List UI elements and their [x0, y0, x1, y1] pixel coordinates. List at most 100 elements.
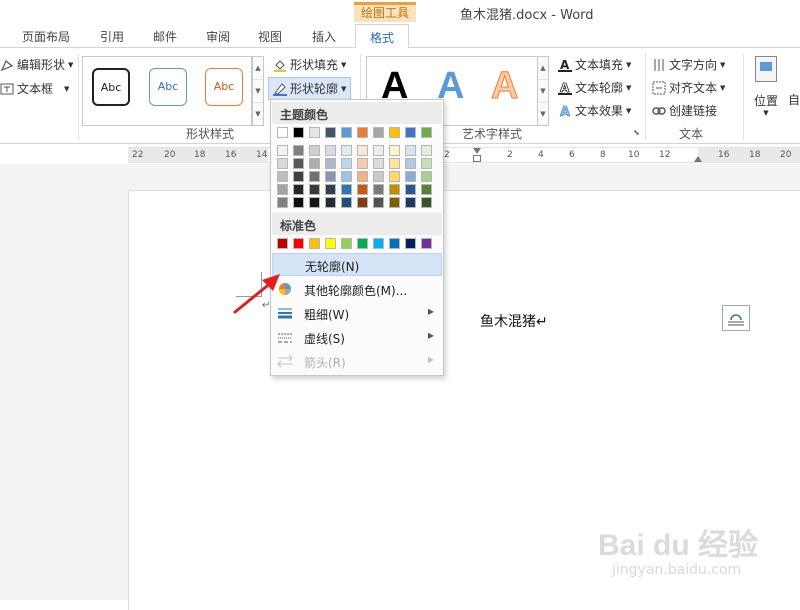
right-indent-marker[interactable]	[694, 156, 702, 162]
theme-shade-swatch[interactable]	[389, 184, 400, 195]
tab-insert[interactable]: 插入	[312, 28, 336, 45]
horizontal-ruler[interactable]: 22 20 18 16 14 2 2 4 6 8 10 12 16 18 20	[128, 147, 800, 163]
align-text-button[interactable]: 对齐文本 ▼	[652, 79, 725, 96]
weight-item[interactable]: 粗细(W) ▶	[272, 302, 442, 325]
standard-color-swatch[interactable]	[309, 238, 320, 249]
scroll-up-icon[interactable]: ▲	[538, 57, 548, 80]
standard-color-swatch[interactable]	[357, 238, 368, 249]
theme-color-swatch[interactable]	[389, 127, 400, 138]
theme-shade-swatch[interactable]	[293, 145, 304, 156]
more-outline-colors-item[interactable]: 其他轮廓颜色(M)...	[272, 278, 442, 301]
indent-marker[interactable]	[473, 148, 481, 154]
theme-shade-swatch[interactable]	[373, 145, 384, 156]
theme-shade-swatch[interactable]	[405, 184, 416, 195]
tab-page-layout[interactable]: 页面布局	[22, 28, 70, 45]
theme-shade-swatch[interactable]	[293, 197, 304, 208]
theme-shade-swatch[interactable]	[309, 171, 320, 182]
theme-shade-swatch[interactable]	[357, 145, 368, 156]
theme-shade-swatch[interactable]	[405, 145, 416, 156]
indent-marker[interactable]	[473, 155, 481, 162]
shape-style-3[interactable]: Abc	[205, 68, 243, 106]
dashes-item[interactable]: 虚线(S) ▶	[272, 326, 442, 349]
position-button[interactable]: 位置 ▼	[750, 56, 782, 117]
theme-color-swatch[interactable]	[373, 127, 384, 138]
create-link-button[interactable]: 创建链接	[652, 102, 717, 119]
theme-shade-swatch[interactable]	[373, 184, 384, 195]
theme-shade-swatch[interactable]	[293, 158, 304, 169]
standard-color-swatch[interactable]	[277, 238, 288, 249]
theme-shade-swatch[interactable]	[309, 158, 320, 169]
document-text[interactable]: 鱼木混猪↵	[480, 311, 548, 331]
theme-shade-swatch[interactable]	[357, 171, 368, 182]
theme-shade-swatch[interactable]	[277, 197, 288, 208]
theme-shade-swatch[interactable]	[341, 145, 352, 156]
standard-color-swatch[interactable]	[325, 238, 336, 249]
theme-shade-swatch[interactable]	[357, 184, 368, 195]
shape-fill-button[interactable]: 形状填充 ▼	[273, 56, 346, 73]
theme-shade-swatch[interactable]	[405, 158, 416, 169]
shape-style-2[interactable]: Abc	[149, 68, 187, 106]
edit-shape-button[interactable]: 编辑形状 ▼	[0, 56, 73, 73]
standard-color-swatch[interactable]	[389, 238, 400, 249]
tab-view[interactable]: 视图	[258, 28, 282, 45]
standard-color-swatch[interactable]	[373, 238, 384, 249]
shape-style-scroll[interactable]: ▲ ▼ ▼	[252, 56, 264, 126]
theme-color-swatch[interactable]	[293, 127, 304, 138]
wordart-style-orange[interactable]: A	[490, 65, 518, 108]
theme-color-swatch[interactable]	[405, 127, 416, 138]
theme-shade-swatch[interactable]	[341, 158, 352, 169]
theme-shade-swatch[interactable]	[373, 158, 384, 169]
dialog-launcher-icon[interactable]: ⬊	[633, 128, 640, 137]
text-direction-button[interactable]: 文字方向 ▼	[652, 56, 725, 73]
theme-shade-swatch[interactable]	[325, 184, 336, 195]
shape-style-gallery[interactable]: Abc Abc Abc	[82, 56, 252, 126]
tab-format[interactable]: 格式	[355, 24, 410, 49]
theme-shade-swatch[interactable]	[341, 197, 352, 208]
theme-shade-swatch[interactable]	[325, 145, 336, 156]
theme-shade-swatch[interactable]	[309, 184, 320, 195]
theme-shade-swatch[interactable]	[277, 145, 288, 156]
theme-shade-swatch[interactable]	[293, 184, 304, 195]
layout-options-icon[interactable]	[722, 305, 750, 331]
theme-shade-swatch[interactable]	[293, 171, 304, 182]
theme-shade-swatch[interactable]	[389, 145, 400, 156]
theme-color-swatch[interactable]	[325, 127, 336, 138]
theme-shade-swatch[interactable]	[373, 171, 384, 182]
theme-color-swatch[interactable]	[341, 127, 352, 138]
shape-outline-button[interactable]: 形状轮廓 ▼	[268, 77, 352, 100]
theme-shade-swatch[interactable]	[277, 171, 288, 182]
theme-shade-swatch[interactable]	[373, 197, 384, 208]
no-outline-item[interactable]: 无轮廓(N)	[272, 253, 442, 276]
theme-shade-swatch[interactable]	[389, 158, 400, 169]
theme-shade-swatch[interactable]	[421, 158, 432, 169]
wrap-text-button[interactable]: 自	[788, 91, 800, 108]
standard-color-swatch[interactable]	[421, 238, 432, 249]
theme-shade-swatch[interactable]	[421, 184, 432, 195]
scroll-up-icon[interactable]: ▲	[253, 57, 263, 80]
theme-shade-swatch[interactable]	[357, 197, 368, 208]
theme-shade-swatch[interactable]	[325, 158, 336, 169]
gallery-more-icon[interactable]: ▼	[253, 103, 263, 126]
theme-shade-swatch[interactable]	[325, 171, 336, 182]
theme-shade-swatch[interactable]	[421, 197, 432, 208]
text-box-button[interactable]: 文本框 ▼	[0, 80, 69, 97]
theme-shade-swatch[interactable]	[325, 197, 336, 208]
text-outline-button[interactable]: A 文本轮廓 ▼	[558, 79, 631, 96]
scroll-down-icon[interactable]: ▼	[253, 80, 263, 103]
theme-shade-swatch[interactable]	[341, 171, 352, 182]
text-fill-button[interactable]: A 文本填充 ▼	[558, 56, 631, 73]
tab-review[interactable]: 审阅	[206, 28, 230, 45]
theme-shade-swatch[interactable]	[277, 158, 288, 169]
theme-shade-swatch[interactable]	[421, 145, 432, 156]
arrows-item[interactable]: 箭头(R) ▶	[272, 350, 442, 373]
theme-shade-swatch[interactable]	[421, 171, 432, 182]
standard-color-swatch[interactable]	[293, 238, 304, 249]
theme-shade-swatch[interactable]	[389, 197, 400, 208]
theme-color-swatch[interactable]	[309, 127, 320, 138]
theme-shade-swatch[interactable]	[341, 184, 352, 195]
tab-mailings[interactable]: 邮件	[153, 28, 177, 45]
shape-style-1[interactable]: Abc	[92, 68, 130, 106]
theme-color-swatch[interactable]	[277, 127, 288, 138]
theme-shade-swatch[interactable]	[405, 197, 416, 208]
theme-shade-swatch[interactable]	[309, 197, 320, 208]
